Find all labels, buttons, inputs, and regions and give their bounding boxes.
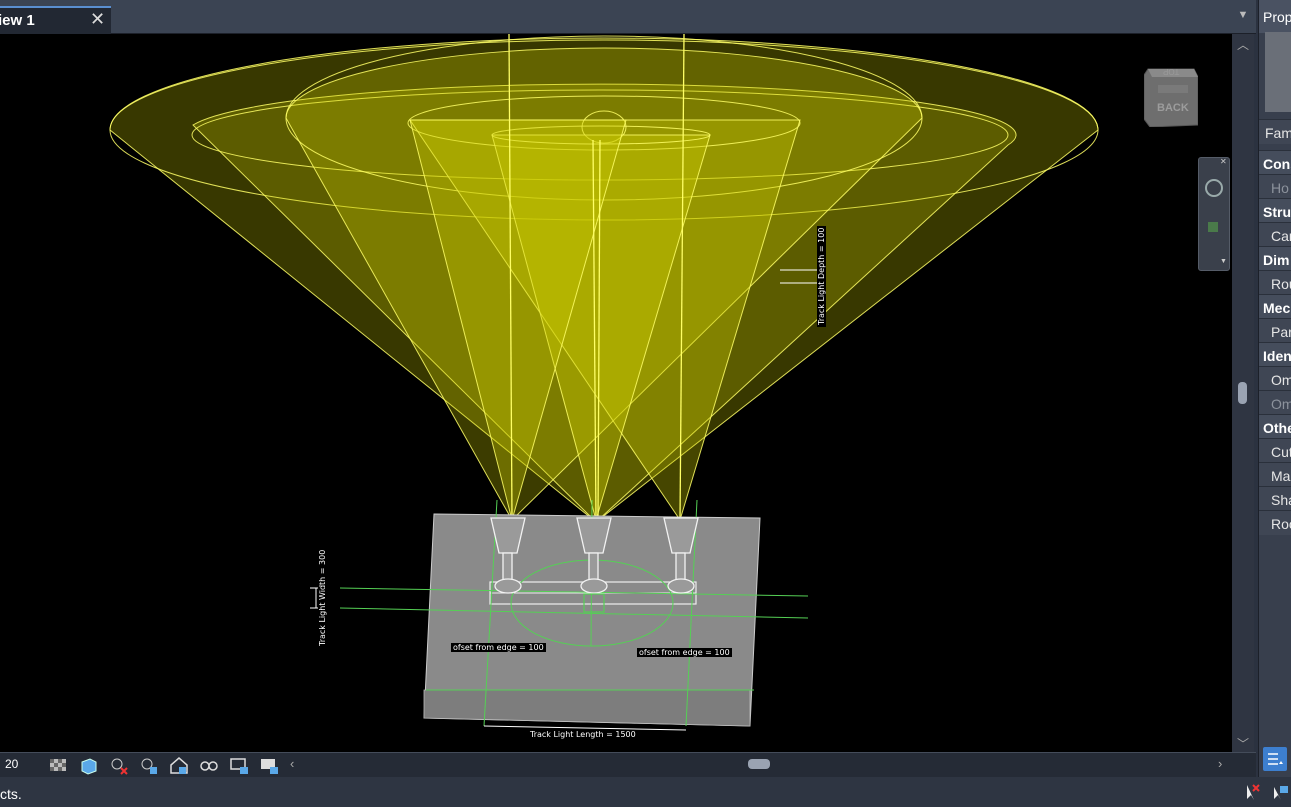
home-icon[interactable] <box>168 755 190 775</box>
drag-elements-icon[interactable] <box>1270 783 1290 801</box>
chevron-up-icon[interactable]: ︿ <box>1235 36 1251 52</box>
status-bar: cts. <box>0 777 1291 807</box>
properties-palette: Prop Fam Cons Ho Stru Car Dim Rou Mec Pa… <box>1258 0 1291 777</box>
steering-wheel-icon[interactable] <box>1205 179 1223 197</box>
crop-view-icon[interactable] <box>228 755 250 775</box>
group-header[interactable]: Cons <box>1259 150 1291 175</box>
selection-filter-icon[interactable] <box>1244 783 1262 801</box>
family-selector[interactable]: Fam <box>1259 119 1291 144</box>
chevron-left-icon[interactable]: ‹ <box>290 756 294 771</box>
view-scale[interactable]: 20 <box>5 757 18 771</box>
type-preview-image <box>1265 32 1291 112</box>
chevron-down-icon[interactable]: ▼ <box>1236 9 1250 23</box>
property-row[interactable]: Om <box>1259 390 1291 415</box>
navigation-bar: ✕ ▼ <box>1198 157 1230 271</box>
reveal-hidden-icon[interactable] <box>198 755 220 775</box>
view-tab[interactable]: iew 1 ✕ <box>0 6 111 35</box>
property-row[interactable]: Rou <box>1259 270 1291 295</box>
property-row[interactable]: Sha <box>1259 486 1291 511</box>
property-row[interactable]: Om <box>1259 366 1291 391</box>
property-row[interactable]: Ho <box>1259 174 1291 199</box>
scrollbar-thumb[interactable] <box>1238 382 1247 404</box>
track-light-model <box>109 34 1099 731</box>
shadows-icon[interactable] <box>138 755 160 775</box>
property-row[interactable]: Car <box>1259 222 1291 247</box>
zoom-icon[interactable] <box>1208 222 1218 232</box>
viewcube-face-label[interactable]: BACK <box>1157 102 1189 114</box>
sun-path-off-icon[interactable] <box>108 755 130 775</box>
visual-style-icon[interactable] <box>78 755 100 775</box>
group-header[interactable]: Dim <box>1259 246 1291 271</box>
view-control-bar: 20 ‹ › <box>0 752 1256 777</box>
view-tab-label: iew 1 <box>0 12 35 29</box>
property-row[interactable]: Par <box>1259 318 1291 343</box>
properties-apply-icon[interactable] <box>1263 747 1287 771</box>
view-tab-bar: iew 1 ✕ ▼ <box>0 0 1256 35</box>
group-header[interactable]: Mec <box>1259 294 1291 319</box>
width-dimension-label[interactable]: Track Light Width = 300 <box>318 547 327 648</box>
chevron-down-icon[interactable]: ﹀ <box>1235 735 1251 751</box>
length-dimension-label[interactable]: Track Light Length = 1500 <box>528 730 638 739</box>
offset-right-label[interactable]: ofset from edge = 100 <box>637 648 732 657</box>
property-row[interactable]: Ma <box>1259 462 1291 487</box>
group-header[interactable]: Othe <box>1259 414 1291 439</box>
viewcube-top-label: TOP <box>1163 67 1180 76</box>
temporary-hide-icon[interactable] <box>258 755 280 775</box>
properties-title: Prop <box>1263 9 1291 25</box>
property-row[interactable]: Roo <box>1259 510 1291 535</box>
vertical-scrollbar[interactable]: ︿ ﹀ <box>1232 34 1254 752</box>
property-row[interactable]: Cut <box>1259 438 1291 463</box>
group-header[interactable]: Iden <box>1259 342 1291 367</box>
chevron-right-icon[interactable]: › <box>1218 756 1222 771</box>
depth-dimension-label[interactable]: Track Light Depth = 100 <box>817 225 826 327</box>
offset-left-label[interactable]: ofset from edge = 100 <box>451 643 546 652</box>
detail-level-icon[interactable] <box>48 755 70 775</box>
chevron-down-icon[interactable]: ▼ <box>1220 258 1227 265</box>
viewcube[interactable]: TOP BACK <box>1143 63 1199 128</box>
3d-viewport[interactable]: Track Light Depth = 100 Track Light Widt… <box>0 34 1232 752</box>
status-text: cts. <box>0 786 22 802</box>
close-icon[interactable]: ✕ <box>90 9 105 30</box>
horizontal-scrollbar-thumb[interactable] <box>748 759 770 769</box>
properties-header: Prop <box>1259 0 1291 33</box>
close-icon[interactable]: ✕ <box>1220 157 1227 166</box>
group-header[interactable]: Stru <box>1259 198 1291 223</box>
